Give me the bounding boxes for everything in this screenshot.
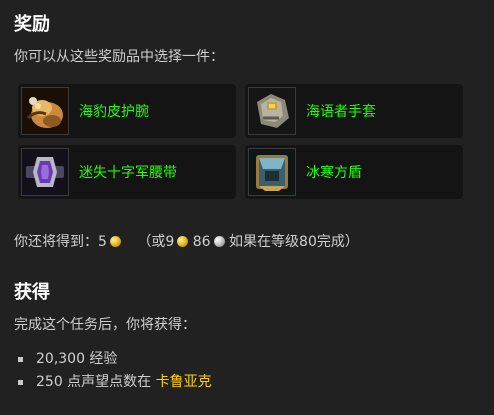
money-reward-line: 你还将得到：5 （或9 86 如果在等级80完成）	[14, 231, 359, 251]
alt-suffix: 如果在等级80完成）	[229, 234, 359, 250]
gains-intro: 完成这个任务后，你将获得：	[14, 317, 196, 333]
list-item: 250 点声望点数在 卡鲁亚克	[14, 372, 212, 395]
fur-bracers-icon	[21, 87, 69, 135]
alt-gold-amount: 9	[165, 234, 175, 250]
silver-coin-icon	[213, 236, 225, 247]
xp-gain: 20,300 经验	[36, 351, 118, 367]
reward-item-frost-shield[interactable]: 冰寒方盾	[245, 145, 463, 199]
reward-item-seaspeaker-gloves[interactable]: 海语者手套	[245, 84, 463, 138]
money-prefix: 你还将得到：	[14, 234, 98, 250]
purple-belt-icon	[21, 148, 69, 196]
alt-open: （或	[137, 234, 166, 250]
rewards-intro: 你可以从这些奖励品中选择一件：	[14, 49, 224, 65]
gains-list: 20,300 经验 250 点声望点数在 卡鲁亚克	[14, 349, 212, 395]
bullet-icon	[18, 380, 23, 385]
gold-coin-icon	[177, 236, 189, 247]
bullet-icon	[18, 357, 23, 362]
gold-coin-icon	[109, 236, 121, 247]
reward-item-name: 海豹皮护腕	[79, 104, 149, 120]
faction-link-kaluak[interactable]: 卡鲁亚克	[156, 374, 212, 390]
reward-item-name: 海语者手套	[306, 104, 376, 120]
reward-item-lost-crusader-belt[interactable]: 迷失十字军腰带	[18, 145, 236, 199]
alt-silver-amount: 86	[192, 234, 211, 250]
rewards-heading: 奖励	[14, 14, 50, 35]
reward-item-name: 迷失十字军腰带	[79, 165, 177, 181]
reputation-gain: 250 点声望点数在	[36, 374, 152, 390]
gold-amount: 5	[98, 234, 107, 250]
frost-shield-icon	[248, 148, 296, 196]
reward-item-name: 冰寒方盾	[306, 165, 362, 181]
list-item: 20,300 经验	[14, 349, 212, 372]
reward-item-seal-bracers[interactable]: 海豹皮护腕	[18, 84, 236, 138]
stone-gauntlets-icon	[248, 87, 296, 135]
gains-heading: 获得	[14, 282, 50, 303]
reward-choice-grid: 海豹皮护腕 海语者手套 迷失十字军腰带 冰寒方盾	[18, 84, 466, 199]
